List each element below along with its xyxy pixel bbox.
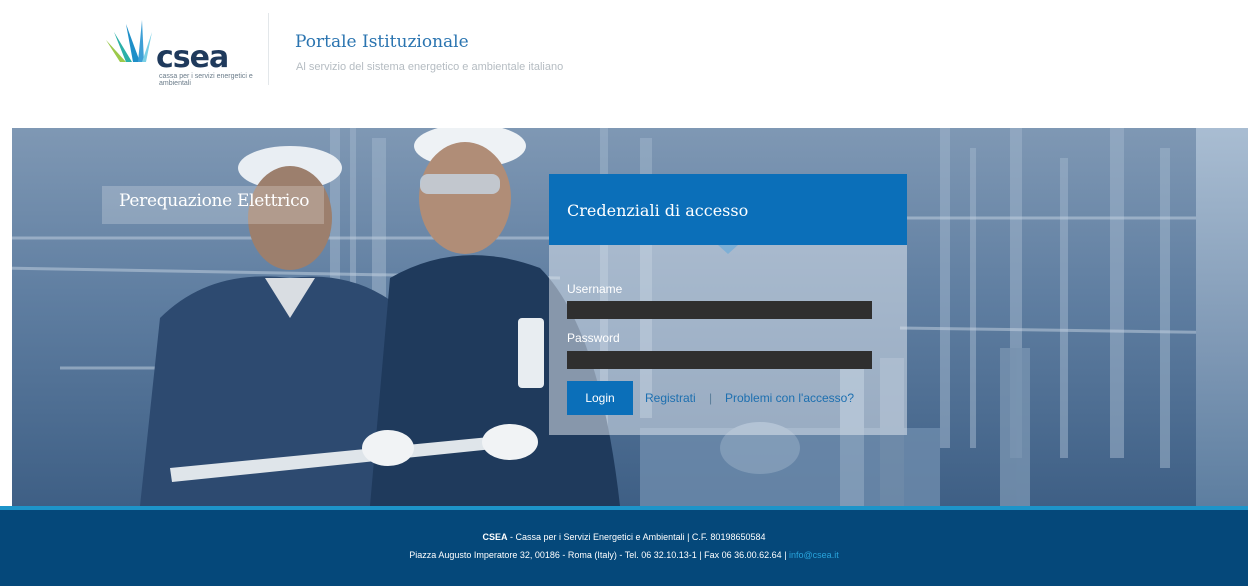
footer-org-name: CSEA (482, 532, 508, 542)
footer-org-line: CSEA - Cassa per i Servizi Energetici e … (0, 532, 1248, 542)
login-header: Credenziali di accesso (549, 174, 907, 245)
site-header: csea cassa per i servizi energetici e am… (0, 0, 1248, 128)
header-divider (268, 13, 269, 85)
register-link[interactable]: Registrati (645, 391, 696, 405)
footer-org-details: - Cassa per i Servizi Energetici e Ambie… (507, 532, 766, 542)
site-footer: CSEA - Cassa per i Servizi Energetici e … (0, 506, 1248, 586)
footer-email-link[interactable]: info@csea.it (789, 550, 839, 560)
portal-subtitle: Al servizio del sistema energetico e amb… (296, 61, 564, 73)
login-button[interactable]: Login (567, 381, 633, 415)
logo-tagline: cassa per i servizi energetici e ambient… (159, 73, 253, 87)
password-input[interactable] (567, 351, 872, 369)
username-input[interactable] (567, 301, 872, 319)
login-form: Username Password Login Registrati | Pro… (549, 245, 907, 435)
username-label: Username (567, 282, 623, 296)
hero-right-edge (1196, 128, 1248, 506)
section-label: Perequazione Elettrico (102, 186, 324, 224)
portal-title[interactable]: Portale Istituzionale (295, 32, 469, 52)
footer-address: Piazza Augusto Imperatore 32, 00186 - Ro… (409, 550, 790, 560)
login-title: Credenziali di accesso (567, 201, 749, 220)
access-problems-link[interactable]: Problemi con l'accesso? (725, 391, 854, 405)
logo-word: csea (156, 40, 229, 75)
password-label: Password (567, 331, 620, 345)
hero-banner: Perequazione Elettrico Credenziali di ac… (0, 128, 1248, 506)
hero-left-edge (0, 128, 12, 506)
footer-contact-line: Piazza Augusto Imperatore 32, 00186 - Ro… (0, 550, 1248, 560)
login-panel: Credenziali di accesso Username Password… (549, 174, 907, 435)
link-separator: | (709, 391, 713, 405)
csea-logo[interactable]: csea cassa per i servizi energetici e am… (98, 18, 258, 90)
